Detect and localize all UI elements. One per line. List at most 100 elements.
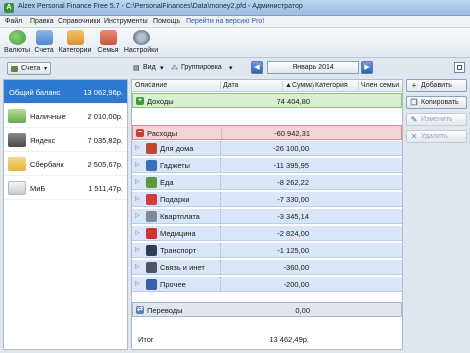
category-name: Квартплата	[160, 212, 200, 221]
expand-icon[interactable]: ▷	[135, 280, 140, 287]
category-row[interactable]: ▷ Гаджеты -11 395,95	[132, 158, 402, 173]
view-menu[interactable]: ▤ Вид ▾	[133, 62, 169, 75]
transfers-group-row[interactable]: ⇄ Переводы 0,00	[132, 302, 402, 317]
categories-button[interactable]: Категории	[57, 29, 93, 57]
row-amount: 74 404,80	[276, 97, 310, 106]
card-gold-icon	[8, 157, 26, 171]
expand-icon[interactable]: ▷	[135, 212, 140, 219]
column-member[interactable]: Член семьи	[358, 81, 399, 90]
next-month-button[interactable]: ▶	[361, 61, 373, 74]
view-label: Вид	[143, 64, 156, 71]
menu-tools[interactable]: Инструменты	[104, 18, 148, 25]
expand-icon[interactable]: ▷	[135, 161, 140, 168]
total-label: Итог	[138, 335, 154, 344]
settings-button[interactable]: Настройки	[123, 29, 159, 57]
main-toolbar: Валюты Счета Категории Семья Настройки	[0, 28, 470, 58]
account-row-total[interactable]: Общий баланс 13 062,96р.	[4, 80, 127, 104]
copy-icon: ❐	[410, 98, 418, 107]
family-icon	[99, 30, 117, 45]
month-selector[interactable]: Январь 2014	[267, 61, 359, 74]
account-row-sberbank[interactable]: Сбербанк 2 505,67р.	[4, 152, 127, 176]
category-name: Подарки	[160, 195, 190, 204]
category-row[interactable]: ▷ Прочее -200,00	[132, 277, 402, 292]
chevron-down-icon: ▾	[160, 65, 164, 72]
account-name: Сбербанк	[30, 160, 64, 169]
cash-icon	[8, 109, 26, 123]
accounts-dropdown[interactable]: Счета ▾	[7, 62, 51, 75]
accounts-icon	[35, 30, 53, 45]
edit-button[interactable]: ✎ Изменить	[406, 113, 467, 126]
account-balance: 7 035,82р.	[87, 136, 123, 145]
copy-button[interactable]: ❐ Копировать	[406, 96, 467, 109]
category-amount: -360,00	[283, 263, 309, 272]
row-label: Расходы	[147, 129, 178, 138]
column-description[interactable]: Описание	[135, 82, 167, 89]
category-row[interactable]: ▷ Подарки -7 330,00	[132, 192, 402, 207]
add-button[interactable]: + Добавить	[406, 79, 467, 92]
column-divider	[220, 141, 221, 155]
edit-icon: ✎	[410, 115, 418, 124]
delete-label: Удалить	[421, 133, 448, 140]
category-name: Для дома	[160, 144, 194, 153]
expand-icon[interactable]: ▷	[135, 195, 140, 202]
row-label: Доходы	[147, 97, 174, 106]
chevron-down-icon: ▾	[229, 65, 233, 72]
account-row-cash[interactable]: Наличные 2 010,00р.	[4, 104, 127, 128]
category-row[interactable]: ▷ Связь и инет -360,00	[132, 260, 402, 275]
row-amount: -60 942,31	[274, 129, 310, 138]
currencies-button[interactable]: Валюты	[2, 29, 32, 57]
accounts-toolbar-button[interactable]: Счета	[33, 29, 55, 57]
sort-up-icon: ▲	[285, 82, 292, 89]
column-divider	[220, 175, 221, 189]
category-row[interactable]: ▷ Еда -8 262,22	[132, 175, 402, 190]
settings-label: Настройки	[123, 47, 159, 54]
transport-icon	[146, 245, 157, 256]
column-category[interactable]: Категория	[312, 81, 348, 90]
expand-icon[interactable]: ▷	[135, 144, 140, 151]
expand-icon[interactable]: ▷	[135, 229, 140, 236]
expand-icon[interactable]: ▷	[135, 263, 140, 270]
category-name: Еда	[160, 178, 174, 187]
family-button[interactable]: Семья	[95, 29, 121, 57]
expense-group-row[interactable]: − Расходы -60 942,31	[132, 125, 402, 140]
account-row-yandex[interactable]: Яндекс 7 035,82р.	[4, 128, 127, 152]
delete-button[interactable]: ✕ Удалить	[406, 130, 467, 143]
account-balance: 1 511,47р.	[88, 184, 123, 193]
food-icon	[146, 177, 157, 188]
gadgets-icon	[146, 160, 157, 171]
column-divider	[220, 158, 221, 172]
category-row[interactable]: ▷ Для дома -26 100,00	[132, 141, 402, 156]
menu-file[interactable]: Файл	[5, 18, 22, 25]
currency-icon	[8, 30, 26, 45]
account-row-mib[interactable]: МиБ 1 511,47р.	[4, 176, 127, 200]
account-name: Наличные	[30, 112, 66, 121]
expand-icon[interactable]: ▷	[135, 246, 140, 253]
medicine-icon	[146, 228, 157, 239]
category-row[interactable]: ▷ Квартплата -3 345,14	[132, 209, 402, 224]
prev-month-button[interactable]: ◀	[251, 61, 263, 74]
family-label: Семья	[97, 47, 119, 54]
column-divider	[220, 226, 221, 240]
column-sum[interactable]: ▲Сумма	[282, 81, 314, 90]
category-row[interactable]: ▷ Транспорт -1 125,00	[132, 243, 402, 258]
menu-edit[interactable]: Правка	[30, 18, 54, 25]
copy-label: Копировать	[421, 99, 459, 106]
grouping-menu[interactable]: ⁂ Группировка ▾	[171, 62, 235, 75]
column-divider	[220, 209, 221, 223]
account-balance: 2 010,00р.	[87, 112, 123, 121]
panel-toggle-button[interactable]	[454, 62, 465, 73]
row-amount: 0,00	[295, 306, 310, 315]
menu-references[interactable]: Справочники	[58, 18, 100, 25]
transfer-icon: ⇄	[136, 306, 144, 314]
menu-help[interactable]: Помощь	[153, 18, 180, 25]
other-icon	[146, 279, 157, 290]
column-date[interactable]: Дата	[220, 81, 239, 90]
income-group-row[interactable]: + Доходы 74 404,80	[132, 93, 402, 108]
total-amount: 13 462,49р.	[269, 335, 309, 344]
wallet-icon	[8, 133, 26, 147]
expand-icon[interactable]: ▷	[135, 178, 140, 185]
delete-icon: ✕	[410, 132, 418, 141]
category-row[interactable]: ▷ Медицина -2 824,00	[132, 226, 402, 241]
pro-version-link[interactable]: Перейти на версию Pro!	[186, 18, 264, 25]
category-amount: -26 100,00	[273, 144, 309, 153]
